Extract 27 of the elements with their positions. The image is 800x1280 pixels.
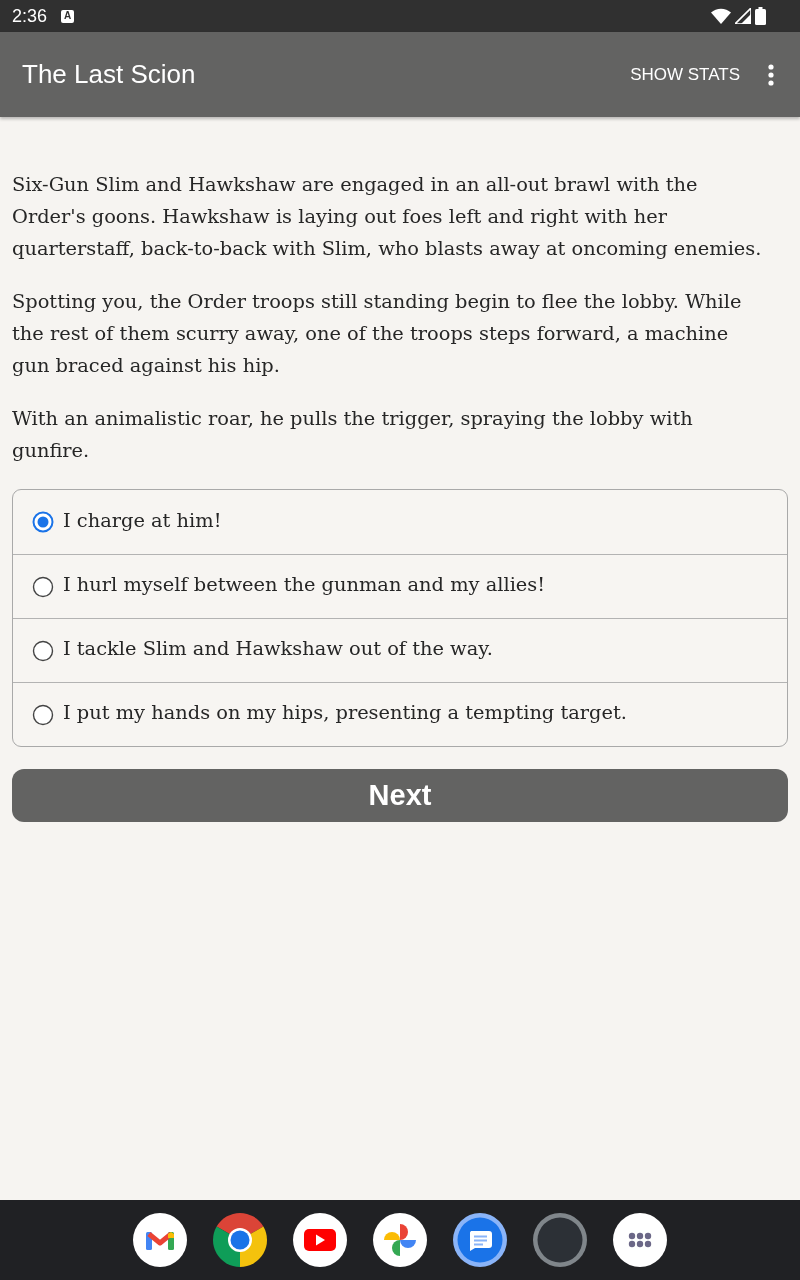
status-time: 2:36 bbox=[12, 5, 48, 27]
radio-button[interactable] bbox=[32, 511, 54, 533]
signal-icon bbox=[735, 8, 751, 24]
choice-label[interactable]: I hurl myself between the gunman and my allies! bbox=[63, 573, 546, 596]
photo-placeholder[interactable] bbox=[533, 1213, 587, 1267]
story-paragraph: Six-Gun Slim and Hawkshaw are engaged in an all-out brawl with the Order's goons. Hawkshaw is laying out foes left and right with her quarterstaff, back-to-back with Slim, who blasts away at oncoming enemies. bbox=[12, 172, 763, 262]
story-paragraph: Spotting you, the Order troops still standing begin to flee the lobby. While the rest of them scurry away, one of the troops steps forward, a machine gun braced against his hip. bbox=[12, 289, 743, 379]
apps-grid-icon[interactable] bbox=[613, 1213, 667, 1267]
chat-bubble-icon[interactable] bbox=[453, 1213, 507, 1267]
video-play-icon[interactable] bbox=[293, 1213, 347, 1267]
story-paragraph: With an animalistic roar, he pulls the trigger, spraying the lobby with gunfire. bbox=[12, 406, 694, 464]
radio-button[interactable] bbox=[32, 575, 54, 598]
radio-button[interactable] bbox=[32, 639, 54, 662]
choice-label[interactable]: I tackle Slim and Hawkshaw out of the way. bbox=[63, 637, 493, 660]
show-stats-button[interactable]: SHOW STATS bbox=[624, 56, 746, 93]
choice-label[interactable]: I put my hands on my hips, presenting a tempting target. bbox=[63, 701, 627, 724]
browser-app-icon[interactable] bbox=[213, 1213, 267, 1267]
battery-icon bbox=[755, 7, 766, 25]
radio-button[interactable] bbox=[32, 703, 54, 726]
app-title: The Last Scion bbox=[22, 59, 196, 90]
next-button[interactable]: Next bbox=[12, 769, 788, 822]
overflow-menu-icon[interactable] bbox=[768, 63, 774, 86]
notification-badge: A bbox=[61, 9, 75, 23]
pinwheel-icon[interactable] bbox=[373, 1213, 427, 1267]
choice-label[interactable]: I charge at him! bbox=[63, 508, 222, 532]
wifi-icon bbox=[711, 8, 731, 24]
mail-app-icon[interactable] bbox=[133, 1213, 187, 1267]
